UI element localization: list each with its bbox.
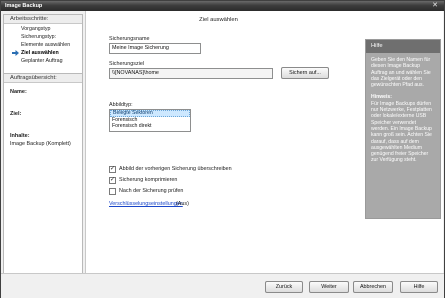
- steps-list: Vorgangstyp Sicherungstyp: Elemente ausw…: [4, 24, 82, 65]
- left-panel: Arbeitsschritte: Vorgangstyp Sicherungst…: [3, 14, 83, 287]
- help-button[interactable]: Hilfe: [400, 281, 438, 293]
- step-label: Ziel auswählen: [21, 50, 59, 56]
- image-type-option[interactable]: Forensisch direkt: [110, 123, 190, 130]
- help-hint-text: Für Image Backups dürfen nur Netzwerke, …: [371, 100, 432, 164]
- summary-target-label: Ziel:: [10, 111, 22, 117]
- step-label: Elemente auswählen: [21, 42, 71, 48]
- help-body: Geben Sie den Namen für diesen Image Bac…: [366, 53, 440, 174]
- next-button[interactable]: Weiter: [309, 281, 349, 293]
- main-panel: Ziel auswählen Sicherungsname Meine Imag…: [85, 11, 443, 273]
- summary-contents-label: Inhalte:: [10, 133, 30, 139]
- backup-target-field[interactable]: \\[NOVANAS]\home: [109, 68, 273, 79]
- back-button[interactable]: Zurück: [265, 281, 303, 293]
- compress-label: Sicherung komprimieren: [119, 177, 178, 183]
- compress-option[interactable]: ✓ Sicherung komprimieren: [109, 177, 209, 185]
- encryption-settings-link[interactable]: Verschlüsselungseinstellungen: [109, 201, 183, 207]
- steps-panel: Arbeitsschritte: Vorgangstyp Sicherungst…: [3, 14, 83, 76]
- help-title: Hilfe: [366, 40, 440, 53]
- footer-bar: Zurück Weiter Abbrechen Hilfe: [1, 273, 444, 298]
- overwrite-option[interactable]: ✓ Abbild der vorherigen Sicherung übersc…: [109, 166, 249, 174]
- title-bar[interactable]: Image Backup ✕: [1, 1, 444, 11]
- encryption-status: (Aus): [176, 201, 189, 207]
- step-item[interactable]: Geplanter Auftrag: [4, 57, 82, 65]
- backup-target-label: Sicherungsziel: [109, 61, 145, 67]
- image-backup-window: Image Backup ✕ Arbeitsschritte: Vorgangs…: [0, 0, 445, 298]
- summary-contents-value: Image Backup (Komplett): [10, 141, 71, 147]
- image-type-list[interactable]: Belegte Sektoren Forensisch Forensisch d…: [109, 109, 191, 132]
- help-text: Geben Sie den Namen für diesen Image Bac…: [371, 57, 431, 89]
- overwrite-checkbox[interactable]: ✓: [109, 166, 116, 173]
- compress-checkbox[interactable]: ✓: [109, 177, 116, 184]
- image-type-label: Abbildtyp:: [109, 102, 133, 108]
- verify-checkbox[interactable]: [109, 188, 116, 195]
- step-label: Sicherungstyp:: [21, 34, 57, 40]
- verify-option[interactable]: Nach der Sicherung prüfen: [109, 188, 209, 196]
- summary-header: Auftragsübersicht:: [4, 74, 82, 83]
- step-label: Geplanter Auftrag: [21, 58, 63, 64]
- step-item[interactable]: Sicherungstyp:: [4, 33, 82, 41]
- browse-button[interactable]: Sichern auf...: [281, 67, 329, 79]
- backup-name-input[interactable]: Meine Image Sicherung: [109, 43, 201, 54]
- step-item[interactable]: Elemente auswählen: [4, 41, 82, 49]
- backup-name-label: Sicherungsname: [109, 36, 150, 42]
- close-window-button[interactable]: ✕: [430, 2, 440, 10]
- window-title: Image Backup: [5, 3, 43, 9]
- summary-name-label: Name:: [10, 89, 27, 95]
- arrow-right-icon: [12, 50, 19, 56]
- verify-label: Nach der Sicherung prüfen: [119, 188, 184, 194]
- steps-header: Arbeitsschritte:: [4, 15, 82, 24]
- cancel-button[interactable]: Abbrechen: [353, 281, 393, 293]
- page-title: Ziel auswählen: [199, 17, 238, 23]
- step-item-current[interactable]: Ziel auswählen: [4, 49, 82, 57]
- step-label: Vorgangstyp: [21, 26, 51, 32]
- summary-panel: Auftragsübersicht: Name: Ziel: Inhalte: …: [3, 73, 83, 287]
- overwrite-label: Abbild der vorherigen Sicherung überschr…: [119, 166, 232, 172]
- step-item[interactable]: Vorgangstyp: [4, 25, 82, 33]
- help-panel: Hilfe Geben Sie den Namen für diesen Ima…: [365, 39, 441, 219]
